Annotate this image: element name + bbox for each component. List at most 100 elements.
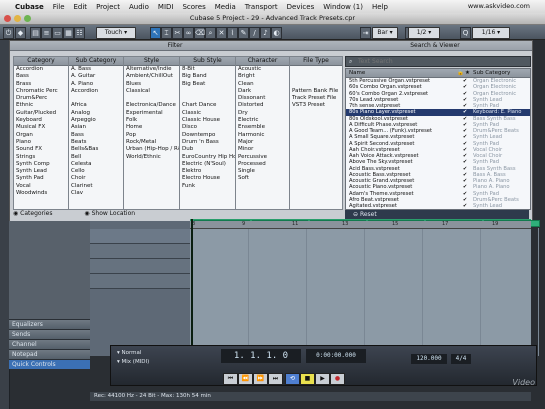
- zoom-tool-icon[interactable]: ⌕: [205, 27, 216, 39]
- info-line-icon[interactable]: ≡: [41, 27, 52, 39]
- constrain-delay-icon[interactable]: ◆: [15, 27, 26, 39]
- filter-item[interactable]: Harmonic: [236, 132, 289, 139]
- filter-item[interactable]: Dry: [236, 110, 289, 117]
- filter-item[interactable]: Clarinet: [69, 183, 123, 190]
- filter-item[interactable]: Urban (Hip-Hop / R&B): [124, 146, 179, 153]
- track-row[interactable]: [90, 229, 190, 244]
- menu-cubase[interactable]: Cubase: [15, 3, 44, 11]
- filter-item[interactable]: [180, 95, 235, 102]
- inspector-notepad[interactable]: Notepad: [9, 349, 90, 359]
- filter-column-header[interactable]: Sub Style: [180, 57, 235, 66]
- show-location-radio[interactable]: ◉ Show Location: [84, 210, 135, 217]
- primary-time-display[interactable]: 1. 1. 1. 0: [221, 349, 301, 363]
- track-row[interactable]: [90, 244, 190, 259]
- pool-icon[interactable]: ▦: [63, 27, 74, 39]
- filter-item[interactable]: Piano: [14, 139, 68, 146]
- close-window-icon[interactable]: [4, 15, 11, 22]
- record-button[interactable]: ●: [330, 373, 345, 385]
- secondary-time-display[interactable]: 0:00:00.000: [306, 349, 366, 363]
- line-tool-icon[interactable]: /: [249, 27, 260, 39]
- inspector-sends[interactable]: Sends: [9, 329, 90, 339]
- filter-item[interactable]: Clean: [236, 81, 289, 88]
- filter-item[interactable]: Organ: [14, 132, 68, 139]
- zoom-window-icon[interactable]: [24, 15, 31, 22]
- filter-item[interactable]: Blues: [124, 81, 179, 88]
- go-to-start-button[interactable]: ⏮: [223, 373, 238, 385]
- filter-item[interactable]: Big Band: [180, 73, 235, 80]
- filter-item[interactable]: Chromatic Perc: [14, 88, 68, 95]
- time-warp-tool-icon[interactable]: ⌇: [227, 27, 238, 39]
- overview-icon[interactable]: ▭: [52, 27, 63, 39]
- filter-item[interactable]: Drum&Perc: [14, 95, 68, 102]
- filter-item[interactable]: Experimental: [124, 110, 179, 117]
- search-input[interactable]: [358, 57, 488, 66]
- filter-item[interactable]: Synth Pad: [14, 175, 68, 182]
- filter-item[interactable]: Distorted: [236, 102, 289, 109]
- filter-item[interactable]: [290, 66, 342, 73]
- filter-item[interactable]: Processed: [236, 161, 289, 168]
- filter-item[interactable]: Bell: [69, 154, 123, 161]
- filter-item[interactable]: 8-Bit: [180, 66, 235, 73]
- stop-button[interactable]: ■: [300, 373, 315, 385]
- categories-radio[interactable]: ◉ Categories: [13, 210, 53, 217]
- filter-item[interactable]: Beats: [69, 139, 123, 146]
- menu-help[interactable]: Help: [372, 3, 388, 11]
- filter-item[interactable]: Percussive: [236, 154, 289, 161]
- filter-item[interactable]: Electric (N'Soul): [180, 161, 235, 168]
- filter-item[interactable]: Pattern Bank File: [290, 88, 342, 95]
- menu-edit[interactable]: Edit: [74, 3, 88, 11]
- filter-item[interactable]: A. Bass: [69, 66, 123, 73]
- track-row[interactable]: [90, 274, 190, 289]
- activate-project-icon[interactable]: ⏻: [3, 27, 14, 39]
- range-tool-icon[interactable]: ⌶: [161, 27, 172, 39]
- filter-column-header[interactable]: Character: [236, 57, 289, 66]
- filter-item[interactable]: Bright: [236, 73, 289, 80]
- grid-type-select[interactable]: Bar ▾: [372, 27, 398, 39]
- filter-item[interactable]: Choir: [69, 175, 123, 182]
- filter-item[interactable]: Soft: [236, 175, 289, 182]
- minimize-window-icon[interactable]: [14, 15, 21, 22]
- filter-item[interactable]: Guitar/Plucked: [14, 110, 68, 117]
- split-tool-icon[interactable]: ✂: [172, 27, 183, 39]
- result-row[interactable]: Agitated.vstpreset ✔ Synth Lead: [346, 203, 530, 209]
- filter-item[interactable]: Classical: [124, 88, 179, 95]
- filter-item[interactable]: Classic House: [180, 117, 235, 124]
- inspector-toggle-icon[interactable]: ▤: [30, 27, 41, 39]
- filter-column-header[interactable]: Style: [124, 57, 179, 66]
- filter-item[interactable]: Disco: [180, 124, 235, 131]
- filter-item[interactable]: Celesta: [69, 161, 123, 168]
- filter-item[interactable]: Elektro: [180, 168, 235, 175]
- filter-item[interactable]: Bass: [14, 73, 68, 80]
- filter-item[interactable]: Acoustic: [236, 66, 289, 73]
- filter-item[interactable]: Electronica/Dance: [124, 102, 179, 109]
- filter-item[interactable]: Accordion: [69, 88, 123, 95]
- filter-item[interactable]: Drum 'n Bass: [180, 139, 235, 146]
- filter-item[interactable]: Track Preset File: [290, 95, 342, 102]
- menu-file[interactable]: File: [53, 3, 65, 11]
- go-to-end-button[interactable]: ⏭: [268, 373, 283, 385]
- filter-item[interactable]: Alternative/Indie: [124, 66, 179, 73]
- filter-item[interactable]: [290, 73, 342, 80]
- inspector-channel[interactable]: Channel: [9, 339, 90, 349]
- filter-item[interactable]: Single: [236, 168, 289, 175]
- filter-item[interactable]: Dark: [236, 88, 289, 95]
- col-subcategory-header[interactable]: Sub Category: [473, 69, 529, 77]
- cycle-button[interactable]: ⟲: [285, 373, 300, 385]
- snap-toggle-icon[interactable]: ⇥: [360, 27, 371, 39]
- record-mode-select[interactable]: ▾ Normal: [117, 350, 177, 356]
- filter-column-header[interactable]: File Type: [290, 57, 342, 66]
- filter-item[interactable]: Bells&Bas: [69, 146, 123, 153]
- filter-item[interactable]: Home: [124, 124, 179, 131]
- object-selection-tool-icon[interactable]: ↖: [150, 27, 161, 39]
- reset-button[interactable]: ⊖ Reset: [345, 210, 529, 219]
- filter-item[interactable]: Major: [236, 139, 289, 146]
- filter-item[interactable]: Bass: [69, 132, 123, 139]
- mixer-icon[interactable]: ☷: [74, 27, 85, 39]
- filter-item[interactable]: Big Beat: [180, 81, 235, 88]
- filter-item[interactable]: Sound FX: [14, 146, 68, 153]
- filter-item[interactable]: Minor: [236, 146, 289, 153]
- filter-item[interactable]: Musical FX: [14, 124, 68, 131]
- filter-item[interactable]: Ambient/ChillOut: [124, 73, 179, 80]
- color-tool-icon[interactable]: ◐: [271, 27, 282, 39]
- filter-item[interactable]: Cello: [69, 168, 123, 175]
